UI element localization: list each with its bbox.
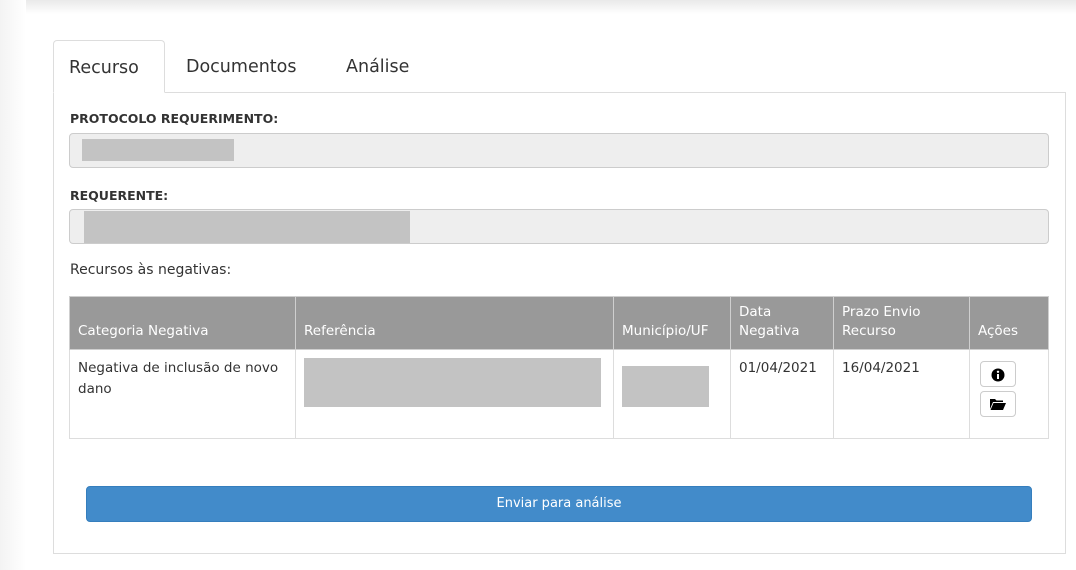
left-shadow — [0, 0, 26, 570]
top-shadow — [0, 0, 1076, 14]
redacted-referencia — [304, 358, 601, 407]
tab-recurso[interactable]: Recurso — [53, 40, 165, 93]
col-data-negativa: Data Negativa — [730, 296, 834, 350]
col-acoes: Ações — [969, 296, 1049, 350]
recursos-table: Categoria Negativa Referência Município/… — [69, 296, 1049, 439]
redacted-municipio — [622, 366, 709, 407]
table-row: Negativa de inclusão de novo dano 01/04/… — [69, 349, 1049, 439]
table-header-row: Categoria Negativa Referência Município/… — [69, 296, 1049, 350]
col-municipio-uf: Município/UF — [613, 296, 731, 350]
tab-analise[interactable]: Análise — [346, 40, 409, 93]
info-button[interactable] — [980, 361, 1016, 387]
redacted-protocolo — [82, 139, 234, 161]
folder-open-icon — [990, 399, 1006, 410]
cell-prazo-envio: 16/04/2021 — [833, 349, 970, 439]
protocolo-label: PROTOCOLO REQUERIMENTO: — [70, 111, 279, 126]
col-referencia: Referência — [295, 296, 614, 350]
redacted-requerente — [84, 211, 410, 243]
cell-acoes — [969, 349, 1049, 439]
col-categoria-negativa: Categoria Negativa — [69, 296, 296, 350]
info-icon — [991, 368, 1005, 382]
cell-data-negativa: 01/04/2021 — [730, 349, 834, 439]
cell-referencia — [295, 349, 614, 439]
open-documents-button[interactable] — [980, 391, 1016, 417]
tab-documentos[interactable]: Documentos — [186, 40, 297, 93]
protocolo-field — [69, 133, 1049, 168]
cell-municipio — [613, 349, 731, 439]
recursos-subtitle: Recursos às negativas: — [70, 262, 232, 278]
requerente-field — [69, 209, 1049, 244]
requerente-label: REQUERENTE: — [70, 188, 169, 203]
cell-categoria: Negativa de inclusão de novo dano — [69, 349, 296, 439]
enviar-para-analise-button[interactable]: Enviar para análise — [86, 486, 1032, 522]
col-prazo-envio-recurso: Prazo Envio Recurso — [833, 296, 970, 350]
